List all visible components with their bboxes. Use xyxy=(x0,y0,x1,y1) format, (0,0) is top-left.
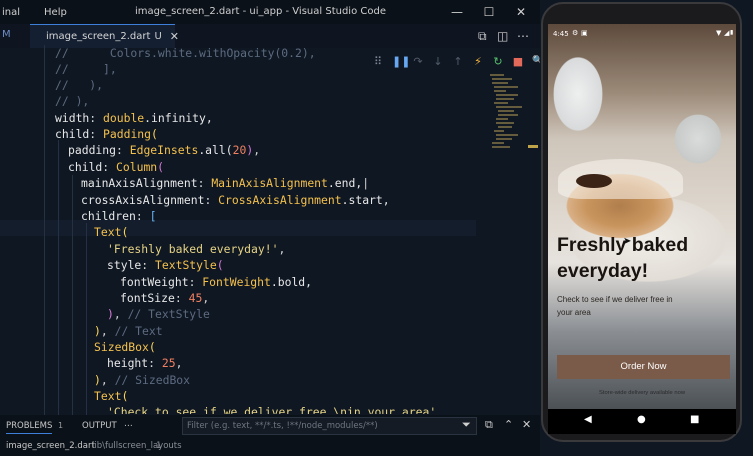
stop-icon[interactable]: ■ xyxy=(512,55,524,68)
code-line: Text( xyxy=(94,389,129,403)
step-over-icon[interactable]: ↷ xyxy=(412,55,424,68)
delivery-note-text: Store-wide delivery available now xyxy=(598,390,686,396)
code-line: fontWeight: FontWeight.bold, xyxy=(120,275,313,289)
code-line: ), // SizedBox xyxy=(94,373,191,387)
code-line: height: 25, xyxy=(107,356,183,370)
code-line: // ), xyxy=(55,94,90,108)
indent-guide xyxy=(72,175,73,415)
code-line-cursor: mainAxisAlignment: MainAxisAlignment.end… xyxy=(81,176,370,190)
more-actions-icon[interactable]: ⋯ xyxy=(517,29,529,43)
code-line: Text( xyxy=(94,225,129,239)
home-icon[interactable]: ● xyxy=(637,414,646,425)
code-line: ), // TextStyle xyxy=(107,307,210,321)
tab-untracked-status: U xyxy=(154,31,162,42)
cake-background-image xyxy=(548,24,736,409)
headline-text: Freshly baked everyday! xyxy=(557,234,689,282)
problems-file-name: image_screen_2.dart xyxy=(6,441,95,451)
wifi-icon: ▼ xyxy=(716,29,722,37)
code-line: child: Column( xyxy=(68,160,165,174)
indent-guide xyxy=(44,45,45,415)
code-line: width: double.infinity, xyxy=(55,111,213,125)
tab-overflow-label[interactable]: M xyxy=(2,29,11,40)
code-line: style: TextStyle( xyxy=(107,258,224,272)
mouse-pointer-icon: ➤ xyxy=(623,236,632,247)
code-line: // ], xyxy=(55,62,117,76)
code-line: child: Padding( xyxy=(55,127,158,141)
hot-reload-icon[interactable]: ⚡ xyxy=(472,55,484,68)
debug-toolbar: ⠿ ❚❚ ↷ ↓ ↑ ⚡ ↻ ■ 🔍 xyxy=(372,52,540,70)
code-line: 'Freshly baked everyday!', xyxy=(107,242,286,256)
hot-restart-icon[interactable]: ↻ xyxy=(492,55,504,68)
order-now-button[interactable]: Order Now xyxy=(557,355,730,379)
cake-center-hole xyxy=(576,174,612,188)
menu-help[interactable]: Help xyxy=(38,7,73,18)
problems-file-count: 1 xyxy=(156,441,162,451)
split-editor-icon[interactable]: ◫ xyxy=(497,29,508,43)
phone-status-bar: 4:45 ⚙ ▣ ▼ ◢ ▮ xyxy=(548,24,736,44)
code-line: fontSize: 45, xyxy=(120,291,210,305)
panel-more-icon[interactable]: ⋯ xyxy=(124,421,133,431)
problems-count-badge: 1 xyxy=(58,421,64,430)
code-line: ), // Text xyxy=(94,324,163,338)
filter-icon[interactable]: ⏷ xyxy=(462,418,471,432)
minimize-button[interactable]: — xyxy=(446,3,468,21)
title-bar: inal Help image_screen_2.dart - ui_app -… xyxy=(0,0,540,24)
maximize-button[interactable]: ☐ xyxy=(478,3,500,21)
drag-handle-icon[interactable]: ⠿ xyxy=(372,55,384,68)
emulator-screen[interactable]: 4:45 ⚙ ▣ ▼ ◢ ▮ Freshly baked everyday! C… xyxy=(548,24,736,434)
code-line: children: [ xyxy=(81,209,157,223)
collapse-all-icon[interactable]: ⧉ xyxy=(485,418,493,432)
notification-icon: ▣ xyxy=(581,29,588,37)
vscode-window: inal Help image_screen_2.dart - ui_app -… xyxy=(0,0,540,456)
devtools-search-icon[interactable]: 🔍 xyxy=(532,56,540,66)
open-changes-icon[interactable]: ⧉ xyxy=(478,29,487,44)
delivery-check-text: Check to see if we deliver free in your … xyxy=(557,295,673,317)
code-line: SizedBox( xyxy=(94,340,156,354)
indent-guide xyxy=(58,140,59,415)
close-window-button[interactable]: ✕ xyxy=(510,3,532,21)
window-title: image_screen_2.dart - ui_app - Visual St… xyxy=(135,6,386,17)
code-line: // Colors.white.withOpacity(0.2), xyxy=(55,46,316,60)
tab-output[interactable]: OUTPUT xyxy=(82,421,117,431)
code-line: padding: EdgeInsets.all(20), xyxy=(68,143,261,157)
tab-problems[interactable]: PROBLEMS xyxy=(6,421,53,434)
code-line: // ), xyxy=(55,78,104,92)
recent-apps-icon[interactable]: ■ xyxy=(690,414,699,425)
signal-icon: ◢ xyxy=(724,29,730,37)
tab-close-icon[interactable]: ✕ xyxy=(170,30,179,43)
code-line: crossAxisAlignment: CrossAxisAlignment.s… xyxy=(81,193,390,207)
step-out-icon[interactable]: ↑ xyxy=(452,55,464,68)
problems-file-row[interactable]: image_screen_2.dart lib\fullscreen_layou… xyxy=(0,437,540,456)
pause-icon[interactable]: ❚❚ xyxy=(392,55,410,68)
maximize-panel-icon[interactable]: ⌃ xyxy=(504,418,513,431)
settings-icon: ⚙ xyxy=(572,29,579,37)
menu-terminal[interactable]: inal xyxy=(0,7,26,18)
indent-guide xyxy=(86,223,87,415)
status-time: 4:45 xyxy=(553,30,569,38)
android-nav-bar: ◀ ● ■ xyxy=(548,409,736,434)
minimap[interactable] xyxy=(488,70,526,170)
battery-icon: ▮ xyxy=(730,29,734,36)
problems-file-path: lib\fullscreen_layouts xyxy=(92,441,182,451)
scrollbar-marker[interactable] xyxy=(528,145,538,148)
tab-file-name: image_screen_2.dart xyxy=(46,31,151,42)
problems-filter-input[interactable]: Filter (e.g. text, **/*.ts, !**/node_mod… xyxy=(182,417,477,435)
code-line: 'Check to see if we deliver free \nin yo… xyxy=(107,405,437,414)
close-panel-icon[interactable]: ✕ xyxy=(522,418,531,431)
step-into-icon[interactable]: ↓ xyxy=(432,55,444,68)
back-icon[interactable]: ◀ xyxy=(584,414,592,425)
